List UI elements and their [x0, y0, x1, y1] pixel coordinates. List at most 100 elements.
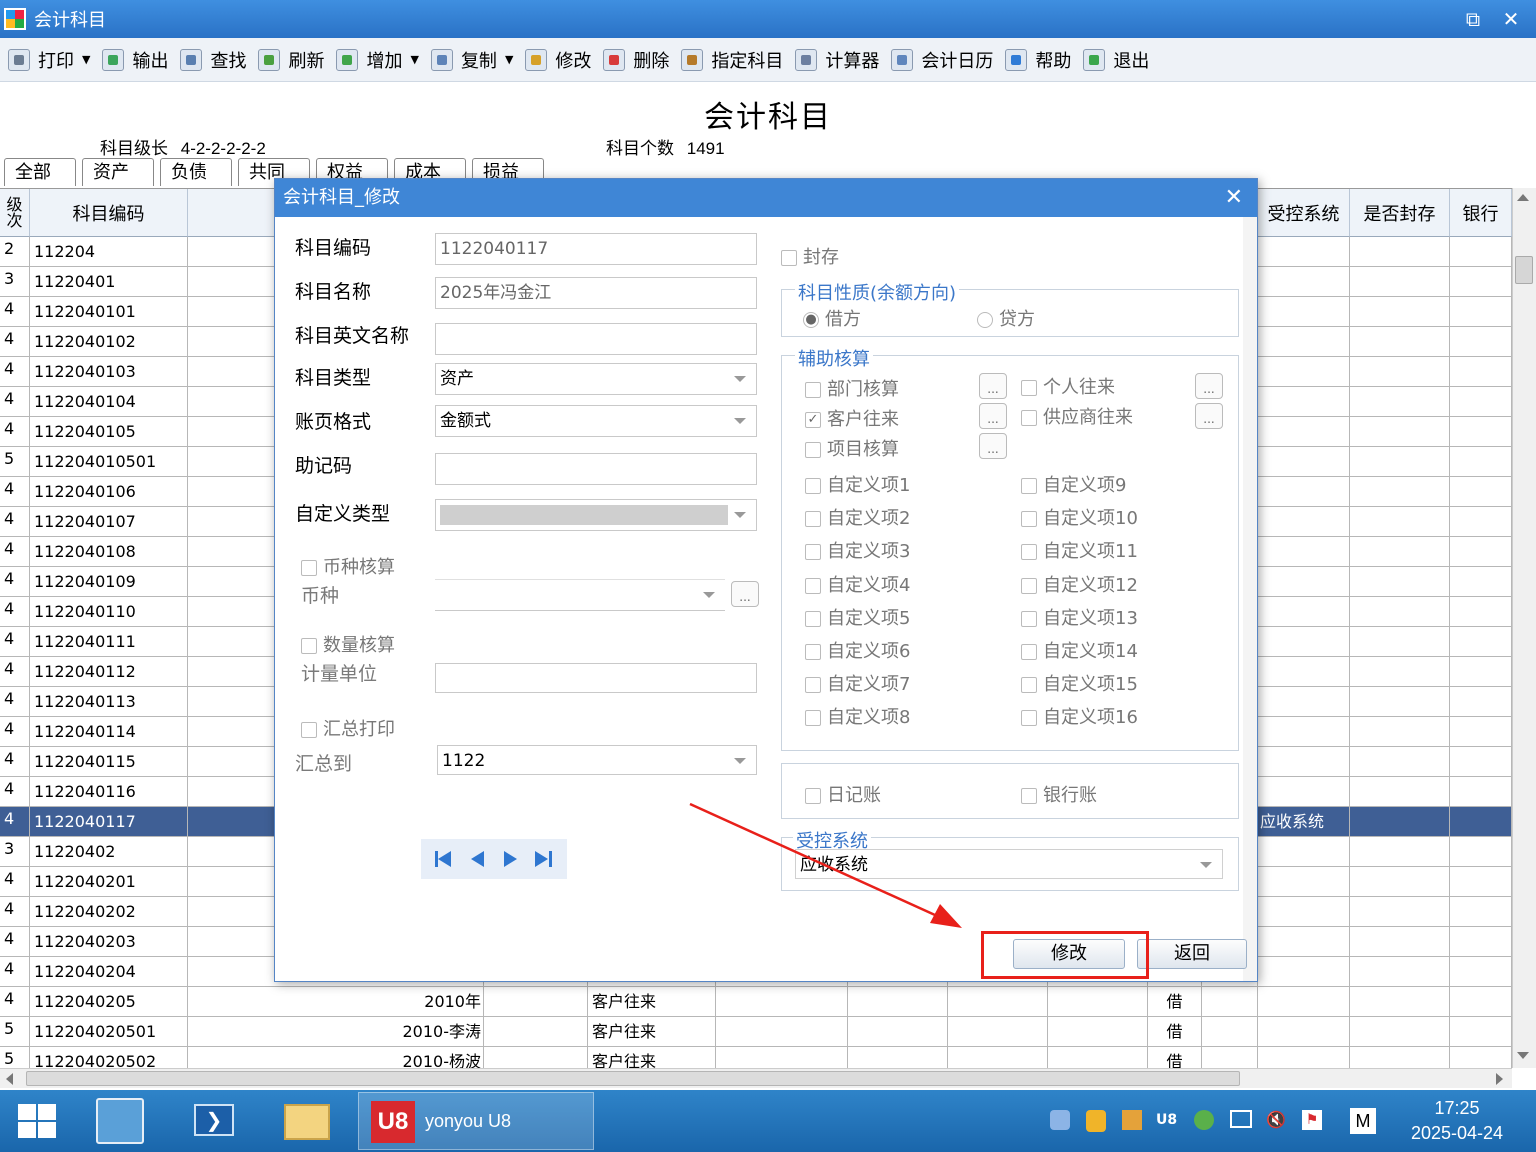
project-checkbox[interactable]: 项目核算	[805, 435, 899, 461]
windows-start-icon[interactable]	[18, 1104, 58, 1140]
currency-select[interactable]	[435, 579, 725, 611]
journal-checkbox[interactable]: 日记账	[805, 781, 881, 807]
currency-calc-checkbox[interactable]: 币种核算	[301, 553, 395, 579]
credit-radio[interactable]: 贷方	[977, 305, 1035, 331]
person-checkbox[interactable]: 个人往来	[1021, 373, 1115, 399]
debit-radio[interactable]: ● 借方	[803, 305, 861, 331]
sealed-checkbox[interactable]: 封存	[781, 243, 839, 269]
custom-item-checkbox[interactable]: 自定义项4	[805, 571, 910, 597]
clock[interactable]: 17:25 2025-04-24	[1392, 1098, 1522, 1144]
ime-indicator[interactable]: M	[1350, 1108, 1376, 1134]
back-button[interactable]: 返回	[1137, 939, 1247, 969]
horizontal-scrollbar[interactable]	[0, 1068, 1512, 1088]
tray-volume-muted-icon[interactable]: 🔇	[1266, 1110, 1286, 1130]
bank-journal-checkbox[interactable]: 银行账	[1021, 781, 1097, 807]
mnemonic-field[interactable]	[435, 453, 757, 485]
unit-field[interactable]	[435, 663, 757, 693]
currency-lookup-button[interactable]: ...	[731, 581, 759, 607]
table-row[interactable]: 5 112204020502 2010-杨波 客户往来 借	[0, 1047, 1512, 1068]
scroll-left-icon[interactable]	[6, 1073, 13, 1085]
custom-item-checkbox[interactable]: 自定义项11	[1021, 537, 1138, 563]
custom-item-checkbox[interactable]: 自定义项12	[1021, 571, 1138, 597]
tray-u8-icon[interactable]: U8	[1156, 1110, 1178, 1130]
table-row[interactable]: 4 1122040205 2010年 客户往来 借	[0, 987, 1512, 1017]
powershell-icon[interactable]: ❯	[194, 1104, 234, 1136]
custom-item-checkbox[interactable]: 自定义项7	[805, 670, 910, 696]
previous-record-icon[interactable]	[470, 850, 486, 868]
next-record-icon[interactable]	[502, 850, 518, 868]
scroll-down-icon[interactable]	[1517, 1052, 1529, 1059]
server-manager-icon[interactable]	[96, 1098, 144, 1144]
custom-item-checkbox[interactable]: 自定义项9	[1021, 471, 1126, 497]
toolbar-button-calculator[interactable]: 计算器	[791, 43, 883, 77]
code-field[interactable]: 1122040117	[435, 233, 757, 265]
vertical-scrollbar[interactable]	[1512, 188, 1536, 1068]
person-lookup-button[interactable]: ...	[1195, 373, 1223, 399]
dept-lookup-button[interactable]: ...	[979, 373, 1007, 399]
customer-checkbox[interactable]: ✓ 客户往来	[805, 405, 899, 431]
toolbar-button-delete[interactable]: 删除	[599, 43, 673, 77]
custom-item-checkbox[interactable]: 自定义项10	[1021, 504, 1138, 530]
custom-item-checkbox[interactable]: 自定义项3	[805, 537, 910, 563]
tray-flag-icon[interactable]: ⚑	[1302, 1110, 1322, 1130]
cell-empty	[716, 1047, 848, 1068]
summary-print-checkbox[interactable]: 汇总打印	[301, 715, 395, 741]
tray-app-icon[interactable]	[1122, 1110, 1142, 1130]
dept-checkbox[interactable]: 部门核算	[805, 375, 899, 401]
custom-item-checkbox[interactable]: 自定义项6	[805, 637, 910, 663]
tray-update-icon[interactable]	[1194, 1110, 1214, 1130]
name-field[interactable]: 2025年冯金江	[435, 277, 757, 309]
tab-2[interactable]: 负债	[160, 158, 232, 186]
chevron-down-icon[interactable]: ▼	[505, 53, 513, 66]
last-record-icon[interactable]	[534, 850, 553, 868]
tab-0[interactable]: 全部	[4, 158, 76, 186]
custom-item-checkbox[interactable]: 自定义项16	[1021, 703, 1138, 729]
tray-security-icon[interactable]	[1086, 1110, 1106, 1132]
quantity-calc-checkbox[interactable]: 数量核算	[301, 631, 395, 657]
dialog-close-button[interactable]: ✕	[1225, 179, 1243, 217]
tray-shield-icon[interactable]	[1050, 1110, 1070, 1130]
tray-network-icon[interactable]	[1230, 1110, 1252, 1128]
toolbar-button-refresh[interactable]: 刷新	[254, 43, 328, 77]
supplier-lookup-button[interactable]: ...	[1195, 403, 1223, 429]
toolbar-button-printer[interactable]: 打印 ▼	[4, 43, 94, 77]
vertical-scroll-thumb[interactable]	[1515, 256, 1533, 284]
custom-item-checkbox[interactable]: 自定义项5	[805, 604, 910, 630]
toolbar-button-find[interactable]: 查找	[176, 43, 250, 77]
toolbar-button-copy[interactable]: 复制 ▼	[427, 43, 517, 77]
sum-to-select[interactable]: 1122	[437, 745, 757, 775]
custom-item-checkbox[interactable]: 自定义项13	[1021, 604, 1138, 630]
custom-item-checkbox[interactable]: 自定义项2	[805, 504, 910, 530]
controlled-system-select[interactable]: 应收系统	[795, 849, 1223, 879]
taskbar-u8-app[interactable]: U8 yonyou U8	[358, 1092, 594, 1150]
toolbar-button-export[interactable]: 输出	[98, 43, 172, 77]
custom-item-checkbox[interactable]: 自定义项1	[805, 471, 910, 497]
first-record-icon[interactable]	[435, 850, 453, 868]
file-explorer-icon[interactable]	[284, 1104, 330, 1140]
tab-1[interactable]: 资产	[82, 158, 154, 186]
english-name-field[interactable]	[435, 323, 757, 355]
toolbar-button-calendar[interactable]: 会计日历	[887, 43, 997, 77]
format-select[interactable]: 金额式	[435, 405, 757, 437]
toolbar-button-exit[interactable]: 退出	[1079, 43, 1153, 77]
custom-item-checkbox[interactable]: 自定义项8	[805, 703, 910, 729]
customer-lookup-button[interactable]: ...	[979, 403, 1007, 429]
toolbar-button-help[interactable]: 帮助	[1001, 43, 1075, 77]
custom-type-select[interactable]	[435, 499, 757, 531]
close-button[interactable]: ✕	[1498, 6, 1524, 32]
custom-item-checkbox[interactable]: 自定义项15	[1021, 670, 1138, 696]
toolbar-button-add[interactable]: 增加 ▼	[332, 43, 422, 77]
horizontal-scroll-thumb[interactable]	[26, 1071, 1240, 1086]
scroll-up-icon[interactable]	[1517, 194, 1529, 201]
chevron-down-icon[interactable]: ▼	[82, 53, 90, 66]
chevron-down-icon[interactable]: ▼	[410, 53, 418, 66]
custom-item-checkbox[interactable]: 自定义项14	[1021, 637, 1138, 663]
supplier-checkbox[interactable]: 供应商往来	[1021, 403, 1133, 429]
table-row[interactable]: 5 112204020501 2010-李涛 客户往来 借	[0, 1017, 1512, 1047]
type-select[interactable]: 资产	[435, 363, 757, 395]
restore-button[interactable]: ⧉	[1460, 6, 1486, 32]
scroll-right-icon[interactable]	[1496, 1073, 1503, 1085]
toolbar-button-edit[interactable]: 修改	[521, 43, 595, 77]
toolbar-button-assign-subject[interactable]: 指定科目	[677, 43, 787, 77]
project-lookup-button[interactable]: ...	[979, 433, 1007, 459]
